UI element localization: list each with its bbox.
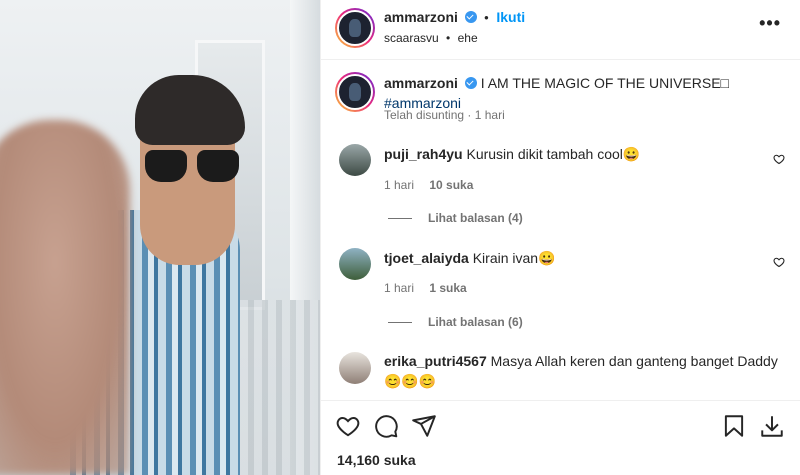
comment-meta: 1 hari 10 suka: [384, 178, 473, 192]
subline-separator: •: [446, 31, 451, 45]
comment-username[interactable]: erika_putri4567: [384, 353, 487, 369]
post-media[interactable]: [0, 0, 320, 475]
comment-avatar[interactable]: [339, 248, 371, 280]
post-panel: ammarzoni • Ikuti scaarasvu • ehe ••• am…: [320, 0, 800, 475]
comment-item: tjoet_alaiyda Kirain ivan😀: [384, 248, 779, 268]
comment-icon[interactable]: [373, 413, 399, 439]
audio-link[interactable]: scaarasvu: [384, 31, 439, 45]
action-bar: [321, 400, 800, 450]
comment-time[interactable]: 1 hari: [384, 178, 414, 192]
comment-item: puji_rah4yu Kurusin dikit tambah cool😀: [384, 144, 779, 164]
caption-text: ammarzoni I AM THE MAGIC OF THE UNIVERSE…: [384, 73, 779, 113]
comment-heart-icon[interactable]: [773, 256, 785, 268]
follow-button[interactable]: Ikuti: [496, 9, 525, 25]
view-replies-label: Lihat balasan (4): [428, 211, 523, 225]
location-link[interactable]: ehe: [458, 31, 478, 45]
media-sunglasses: [145, 150, 245, 184]
share-icon[interactable]: [411, 413, 437, 439]
comment-avatar[interactable]: [339, 352, 371, 384]
header-separator: •: [484, 10, 489, 25]
comment-text: Kirain ivan😀: [472, 250, 556, 266]
comment-likes[interactable]: 1 suka: [429, 281, 466, 295]
caption-avatar[interactable]: [335, 72, 375, 112]
replies-line: [388, 217, 412, 219]
caption-body: I AM THE MAGIC OF THE UNIVERSE□: [480, 75, 730, 91]
caption-time[interactable]: 1 hari: [475, 108, 505, 122]
caption-verified-icon: [464, 77, 477, 89]
caption-edited: Telah disunting: [384, 108, 465, 122]
replies-line: [388, 321, 412, 323]
caption-meta: Telah disunting · 1 hari: [384, 108, 505, 122]
comment-time[interactable]: 1 hari: [384, 281, 414, 295]
likes-count[interactable]: 14,160 suka: [337, 452, 416, 468]
view-replies-button[interactable]: Lihat balasan (4): [388, 211, 523, 225]
comment-text: Kurusin dikit tambah cool😀: [466, 146, 641, 162]
view-replies-button[interactable]: Lihat balasan (6): [388, 315, 523, 329]
author-username[interactable]: ammarzoni: [384, 9, 458, 25]
caption-separator: ·: [467, 108, 472, 122]
caption-username[interactable]: ammarzoni: [384, 75, 458, 91]
post-header: ammarzoni • Ikuti scaarasvu • ehe •••: [321, 0, 800, 60]
comment-heart-icon[interactable]: [773, 153, 785, 165]
download-icon[interactable]: [759, 413, 785, 439]
comment-emoji: 😊😊😊: [384, 373, 437, 389]
comments-section: ammarzoni I AM THE MAGIC OF THE UNIVERSE…: [321, 60, 800, 400]
comment-item: erika_putri4567 Masya Allah keren dan ga…: [384, 351, 779, 391]
view-replies-label: Lihat balasan (6): [428, 315, 523, 329]
verified-icon: [464, 11, 477, 23]
comment-username[interactable]: puji_rah4yu: [384, 146, 463, 162]
comment-avatar[interactable]: [339, 144, 371, 176]
comment-likes[interactable]: 10 suka: [429, 178, 473, 192]
author-avatar[interactable]: [335, 8, 375, 48]
media-blurred-hand: [0, 120, 130, 475]
comment-username[interactable]: tjoet_alaiyda: [384, 250, 469, 266]
comment-meta: 1 hari 1 suka: [384, 281, 467, 295]
bookmark-icon[interactable]: [721, 413, 747, 439]
more-options-icon[interactable]: •••: [759, 13, 781, 34]
heart-icon[interactable]: [335, 413, 361, 439]
comment-text: Masya Allah keren dan ganteng banget Dad…: [490, 353, 778, 369]
